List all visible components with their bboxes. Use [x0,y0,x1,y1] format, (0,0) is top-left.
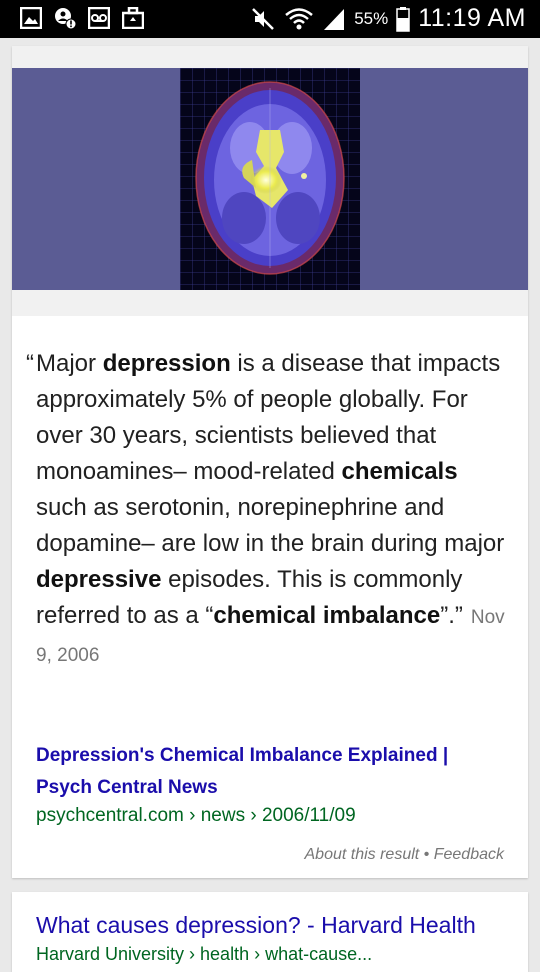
quote-bold-term: depression [102,350,231,377]
featured-snippet-card: “ Major depression is a disease that imp… [12,46,528,878]
quote-part: such as serotonin, norepinephrine and do… [36,494,505,557]
feedback-link[interactable]: Feedback [434,846,504,863]
briefcase-icon [122,7,144,29]
system-status: 55% 11:19 AM [250,4,526,33]
mute-icon [252,7,275,30]
quote-text: Major depression is a disease that impac… [36,346,506,674]
battery-percent: 55% [354,8,389,28]
voicemail-icon [88,7,110,29]
battery-icon [396,6,410,32]
result-title-link[interactable]: What causes depression? - Harvard Health [36,912,476,939]
quote-part: Major [36,350,103,377]
signal-icon [324,8,345,30]
brain-scan-image[interactable] [180,68,360,290]
status-bar: 55% 11:19 AM [0,0,540,38]
search-result-card: What causes depression? - Harvard Health… [12,892,528,972]
quote-bold-term: chemicals [341,458,458,485]
notification-icons [20,7,144,29]
gallery-icon [20,7,42,29]
open-quote-mark: “ [26,350,34,377]
about-this-result-link[interactable]: About this result [305,846,420,863]
result-title-link[interactable]: Depression's Chemical Imbalance Explaine… [36,740,506,804]
quote-bold-term: chemical imbalance [213,602,441,629]
image-band [12,68,528,290]
wifi-icon [285,7,313,29]
result-url: psychcentral.com › news › 2006/11/09 [36,805,356,826]
snippet-footer: About this result • Feedback [305,846,505,864]
account-alert-icon [55,8,76,29]
footer-separator: • [419,846,434,863]
snippet-image-area[interactable] [12,46,528,316]
snippet-quote: “ Major depression is a disease that imp… [26,346,506,674]
quote-part: ”.” [440,602,463,629]
quote-bold-term: depressive [36,566,162,593]
clock: 11:19 AM [418,4,526,32]
result-url: Harvard University › health › what-cause… [36,944,373,964]
